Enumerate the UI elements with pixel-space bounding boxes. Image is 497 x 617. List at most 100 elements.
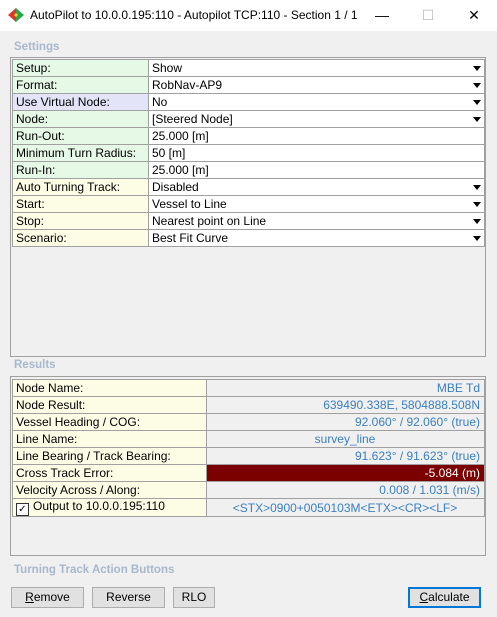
output-checkbox[interactable]: ✓ — [16, 503, 29, 516]
result-row: Node Name: MBE Td — [12, 379, 485, 397]
dropdown-arrow-icon[interactable] — [471, 181, 482, 193]
result-label: Cross Track Error: — [12, 464, 207, 482]
rlo-label: RLO — [181, 590, 207, 604]
settings-row: Run-Out: 25.000 [m] — [12, 127, 485, 145]
result-value: 639490.338E, 5804888.508N — [206, 396, 485, 414]
setting-dropdown[interactable]: Disabled — [148, 178, 485, 196]
result-label[interactable]: ✓ Output to 10.0.0.195:110 — [12, 498, 207, 517]
result-label-text: Cross Track Error: — [16, 466, 114, 480]
settings-heading: Settings — [14, 41, 60, 53]
settings-grid: Setup: Show Format: RobNav-AP9 Use Virtual N… — [12, 59, 485, 247]
result-value: 92.060° / 92.060° (true) — [206, 413, 485, 431]
setting-value: Nearest point on Line — [152, 214, 267, 228]
settings-row: Format: RobNav-AP9 — [12, 76, 485, 94]
setting-label: Run-In: — [12, 161, 149, 179]
setting-label: Start: — [12, 195, 149, 213]
setting-input[interactable]: 25.000 [m] — [148, 127, 485, 145]
result-label: Node Result: — [12, 396, 207, 414]
setting-label: Auto Turning Track: — [12, 178, 149, 196]
setting-input[interactable]: 25.000 [m] — [148, 161, 485, 179]
reverse-button[interactable]: Reverse — [92, 587, 165, 608]
result-row: Vessel Heading / COG: 92.060° / 92.060° (… — [12, 413, 485, 431]
result-label: Velocity Across / Along: — [12, 481, 207, 499]
settings-row: Auto Turning Track: Disabled — [12, 178, 485, 196]
remove-button[interactable]: Remove — [11, 587, 84, 608]
setting-dropdown[interactable]: Best Fit Curve — [148, 229, 485, 247]
result-value: survey_line — [206, 430, 485, 448]
result-label-text: Output to 10.0.0.195:110 — [33, 499, 165, 514]
result-row: ✓ Output to 10.0.0.195:110 <STX>0900+00501… — [12, 498, 485, 517]
minimize-button[interactable]: — — [359, 0, 405, 31]
settings-row: Use Virtual Node: No — [12, 93, 485, 111]
result-row: Node Result: 639490.338E, 5804888.508N — [12, 396, 485, 414]
settings-row: Setup: Show — [12, 59, 485, 77]
result-row: Velocity Across / Along: 0.008 / 1.031 (m… — [12, 481, 485, 499]
result-value: MBE Td — [206, 379, 485, 397]
dropdown-arrow-icon[interactable] — [471, 198, 482, 210]
result-row: Line Bearing / Track Bearing: 91.623° / 9… — [12, 447, 485, 465]
result-row: Cross Track Error: -5.084 (m) — [12, 464, 485, 482]
setting-value: [Steered Node] — [152, 112, 233, 126]
result-value: <STX>0900+0050103M<ETX><CR><LF> — [206, 498, 485, 517]
settings-row: Scenario: Best Fit Curve — [12, 229, 485, 247]
setting-value: 25.000 [m] — [152, 163, 209, 177]
result-label-text: Vessel Heading / COG: — [16, 415, 141, 429]
setting-label: Scenario: — [12, 229, 149, 247]
maximize-button[interactable]: ☐ — [405, 0, 451, 31]
setting-value: Vessel to Line — [152, 197, 227, 211]
result-value: 0.008 / 1.031 (m/s) — [206, 481, 485, 499]
setting-value: 50 [m] — [152, 146, 186, 160]
settings-row: Run-In: 25.000 [m] — [12, 161, 485, 179]
setting-label: Use Virtual Node: — [12, 93, 149, 111]
settings-row: Start: Vessel to Line — [12, 195, 485, 213]
result-label: Node Name: — [12, 379, 207, 397]
result-label-text: Velocity Across / Along: — [16, 483, 141, 497]
setting-label: Minimum Turn Radius: — [12, 144, 149, 162]
setting-dropdown[interactable]: Nearest point on Line — [148, 212, 485, 230]
calculate-label: Calculate — [419, 590, 470, 604]
rlo-button[interactable]: RLO — [173, 587, 215, 608]
settings-row: Minimum Turn Radius: 50 [m] — [12, 144, 485, 162]
remove-label: Remove — [25, 590, 70, 604]
autopilot-app-icon — [8, 8, 24, 22]
setting-label: Node: — [12, 110, 149, 128]
setting-value: Best Fit Curve — [152, 231, 229, 245]
setting-label: Run-Out: — [12, 127, 149, 145]
setting-value: Show — [152, 61, 183, 75]
result-label: Line Name: — [12, 430, 207, 448]
setting-value: 25.000 [m] — [152, 129, 209, 143]
setting-label: Setup: — [12, 59, 149, 77]
dropdown-arrow-icon[interactable] — [471, 62, 482, 74]
dropdown-arrow-icon[interactable] — [471, 79, 482, 91]
setting-dropdown[interactable]: Show — [148, 59, 485, 77]
setting-dropdown[interactable]: No — [148, 93, 485, 111]
setting-dropdown[interactable]: RobNav-AP9 — [148, 76, 485, 94]
setting-input[interactable]: 50 [m] — [148, 144, 485, 162]
title-bar: AutoPilot to 10.0.0.195:110 - Autopilot … — [0, 0, 497, 31]
settings-row: Node: [Steered Node] — [12, 110, 485, 128]
close-button[interactable]: ✕ — [451, 0, 497, 31]
result-label-text: Node Result: — [16, 398, 86, 412]
setting-value: RobNav-AP9 — [152, 78, 223, 92]
dropdown-arrow-icon[interactable] — [471, 96, 482, 108]
result-value: -5.084 (m) — [206, 464, 485, 482]
results-heading: Results — [14, 359, 56, 371]
result-label-text: Line Bearing / Track Bearing: — [16, 449, 171, 463]
setting-value: No — [152, 95, 168, 109]
actions-heading: Turning Track Action Buttons — [14, 564, 175, 576]
reverse-label: Reverse — [106, 590, 151, 604]
result-label: Line Bearing / Track Bearing: — [12, 447, 207, 465]
dropdown-arrow-icon[interactable] — [471, 232, 482, 244]
result-label-text: Line Name: — [16, 432, 78, 446]
setting-dropdown[interactable]: [Steered Node] — [148, 110, 485, 128]
dropdown-arrow-icon[interactable] — [471, 215, 482, 227]
setting-label: Format: — [12, 76, 149, 94]
setting-dropdown[interactable]: Vessel to Line — [148, 195, 485, 213]
calculate-button[interactable]: Calculate — [408, 587, 481, 608]
result-label: Vessel Heading / COG: — [12, 413, 207, 431]
setting-label: Stop: — [12, 212, 149, 230]
dropdown-arrow-icon[interactable] — [471, 113, 482, 125]
result-label-text: Node Name: — [16, 381, 84, 395]
results-grid: Node Name: MBE Td Node Result: 639490.338E,… — [12, 379, 485, 517]
result-row: Line Name: survey_line — [12, 430, 485, 448]
